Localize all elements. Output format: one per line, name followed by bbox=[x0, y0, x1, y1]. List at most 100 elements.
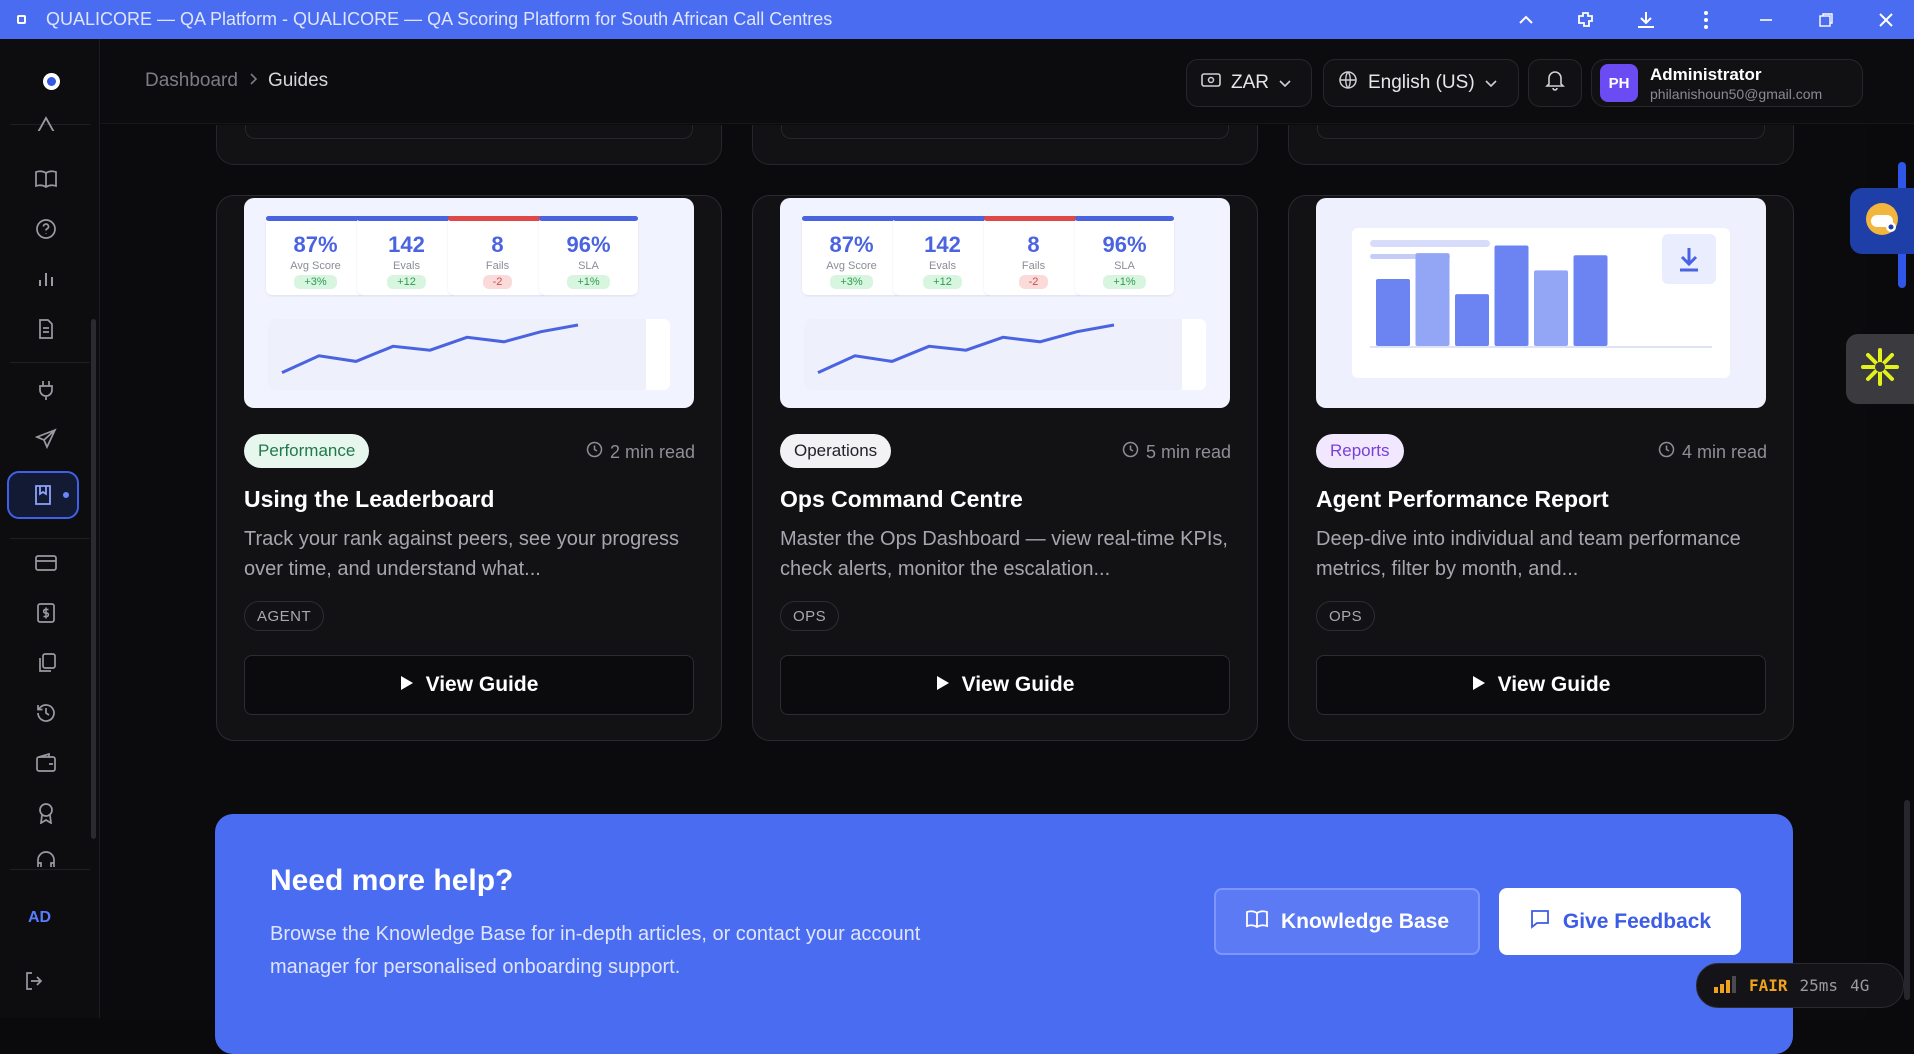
close-icon[interactable] bbox=[1868, 11, 1904, 29]
sidebar-divider bbox=[10, 869, 90, 870]
spark-icon bbox=[1859, 346, 1901, 393]
top-header: Dashboard Guides ZAR English (US) PH Adm… bbox=[101, 39, 1914, 124]
spark-widget[interactable] bbox=[1846, 334, 1914, 404]
book-icon[interactable] bbox=[32, 165, 60, 193]
view-guide-button[interactable]: View Guide bbox=[1316, 655, 1766, 715]
plug-icon[interactable] bbox=[32, 376, 60, 404]
history-icon[interactable] bbox=[32, 699, 60, 727]
clock-icon bbox=[1658, 441, 1675, 463]
view-guide-button[interactable]: View Guide bbox=[780, 655, 1230, 715]
read-time-text: 2 min read bbox=[609, 441, 695, 462]
breadcrumb-dashboard[interactable]: Dashboard bbox=[145, 70, 238, 92]
user-menu[interactable]: PH Administrator philanishoun50@gmail.co… bbox=[1591, 59, 1863, 107]
currency-selector[interactable]: ZAR bbox=[1186, 59, 1312, 107]
minimize-icon[interactable] bbox=[1748, 12, 1784, 28]
guide-category-tag: Operations bbox=[780, 434, 892, 468]
chevron-down-icon bbox=[1485, 72, 1497, 94]
thumb-report-panel bbox=[1352, 228, 1730, 378]
thumb-kpi-card: 96% SLA +1% bbox=[539, 216, 638, 295]
guide-card: 87% Avg Score +3% 142 Evals +12 8 Fails … bbox=[216, 195, 722, 741]
report-bar bbox=[1494, 245, 1529, 346]
guide-card-previous bbox=[216, 125, 722, 165]
thumb-kpi-card: 87% Avg Score +3% bbox=[802, 216, 901, 295]
guide-title[interactable]: Using the Leaderboard bbox=[244, 486, 494, 513]
thumb-trend-line bbox=[817, 323, 1115, 374]
guide-read-time: 4 min read bbox=[1658, 441, 1767, 463]
view-guide-label: View Guide bbox=[961, 673, 1075, 696]
help-banner: Need more help? Browse the Knowledge Bas… bbox=[215, 814, 1793, 1054]
bell-icon bbox=[1545, 69, 1565, 97]
thumb-kpi-delta: +1% bbox=[1103, 275, 1146, 289]
bar-chart-icon[interactable] bbox=[32, 265, 60, 293]
extension-icon[interactable] bbox=[1568, 9, 1604, 31]
window-title: QUALICORE — QA Platform - QUALICORE — QA… bbox=[46, 9, 833, 29]
sidebar-item-guides[interactable] bbox=[7, 471, 79, 519]
chevron-right-icon bbox=[248, 70, 258, 92]
thumb-kpi-delta: -2 bbox=[482, 275, 513, 289]
logout-icon[interactable] bbox=[20, 967, 48, 995]
network-quality: FAIR bbox=[1749, 976, 1788, 995]
thumb-kpi-value: 87% bbox=[829, 232, 874, 257]
guide-title[interactable]: Agent Performance Report bbox=[1316, 486, 1609, 513]
globe-icon bbox=[1338, 70, 1358, 96]
chevron-up-icon[interactable] bbox=[1508, 10, 1544, 30]
thumb-kpi-label: SLA bbox=[1114, 260, 1135, 272]
message-icon bbox=[1529, 908, 1551, 936]
award-icon[interactable] bbox=[32, 799, 60, 827]
book-icon bbox=[1245, 909, 1269, 935]
restore-icon[interactable] bbox=[1808, 12, 1844, 28]
play-icon bbox=[936, 673, 950, 697]
sidebar-scrollbar[interactable] bbox=[91, 319, 96, 839]
sidebar-user-initials[interactable]: AD bbox=[28, 909, 51, 927]
give-feedback-button[interactable]: Give Feedback bbox=[1499, 888, 1741, 955]
view-guide-label: View Guide bbox=[425, 673, 539, 696]
guide-title[interactable]: Ops Command Centre bbox=[780, 486, 1023, 513]
thumb-kpi-label: Fails bbox=[485, 260, 510, 272]
thumb-trend-chart bbox=[268, 319, 670, 390]
copy-icon[interactable] bbox=[32, 649, 60, 677]
thumb-kpi-delta: +1% bbox=[567, 275, 610, 289]
thumb-kpi-value: 96% bbox=[1102, 232, 1147, 257]
thumb-kpi-card: 96% SLA +1% bbox=[1075, 216, 1174, 295]
headset-icon[interactable] bbox=[32, 849, 60, 867]
language-selector[interactable]: English (US) bbox=[1323, 59, 1519, 107]
thumb-kpi-label: Avg Score bbox=[826, 260, 877, 272]
assistant-widget[interactable] bbox=[1850, 188, 1914, 254]
thumb-kpi-value: 8 bbox=[1027, 232, 1040, 257]
wallet-icon[interactable] bbox=[32, 749, 60, 777]
knowledge-base-button[interactable]: Knowledge Base bbox=[1214, 888, 1480, 955]
play-icon bbox=[1472, 673, 1486, 697]
thumb-kpi-card: 142 Evals +12 bbox=[893, 216, 992, 295]
card-icon[interactable] bbox=[32, 549, 60, 577]
guide-description: Track your rank against peers, see your … bbox=[244, 528, 680, 580]
currency-icon bbox=[1201, 72, 1221, 94]
network-latency: 25ms bbox=[1799, 976, 1839, 995]
guide-card: 87% Avg Score +3% 142 Evals +12 8 Fails … bbox=[752, 195, 1258, 741]
notifications-button[interactable] bbox=[1528, 59, 1582, 107]
assistant-icon bbox=[1864, 201, 1900, 242]
network-status: FAIR 25ms 4G bbox=[1696, 963, 1904, 1008]
view-guide-button[interactable]: View Guide bbox=[244, 655, 694, 715]
give-feedback-label: Give Feedback bbox=[1562, 909, 1712, 933]
dollar-icon[interactable] bbox=[32, 599, 60, 627]
read-time-text: 4 min read bbox=[1681, 441, 1767, 462]
send-icon[interactable] bbox=[32, 425, 60, 453]
thumb-kpi-card: 8 Fails -2 bbox=[984, 216, 1083, 295]
thumb-report-bars bbox=[1370, 245, 1712, 348]
download-icon[interactable] bbox=[1628, 9, 1664, 31]
guide-role-badge: AGENT bbox=[244, 601, 325, 631]
document-icon[interactable] bbox=[32, 315, 60, 343]
view-guide-label: View Guide bbox=[1497, 673, 1611, 696]
thumb-kpi-label: Evals bbox=[393, 260, 420, 272]
thumb-kpi-label: Avg Score bbox=[290, 260, 341, 272]
thumb-kpi-delta: +12 bbox=[923, 275, 962, 289]
user-name: Administrator bbox=[1650, 64, 1762, 84]
main-content: 87% Avg Score +3% 142 Evals +12 8 Fails … bbox=[101, 125, 1866, 1054]
trend-line-series bbox=[281, 323, 579, 374]
app-logo[interactable] bbox=[43, 73, 60, 90]
alert-icon[interactable] bbox=[32, 115, 60, 131]
page-scrollbar[interactable] bbox=[1904, 800, 1910, 1000]
thumb-kpi-value: 142 bbox=[924, 232, 961, 257]
more-vertical-icon[interactable] bbox=[1688, 10, 1724, 30]
help-icon[interactable] bbox=[32, 215, 60, 243]
